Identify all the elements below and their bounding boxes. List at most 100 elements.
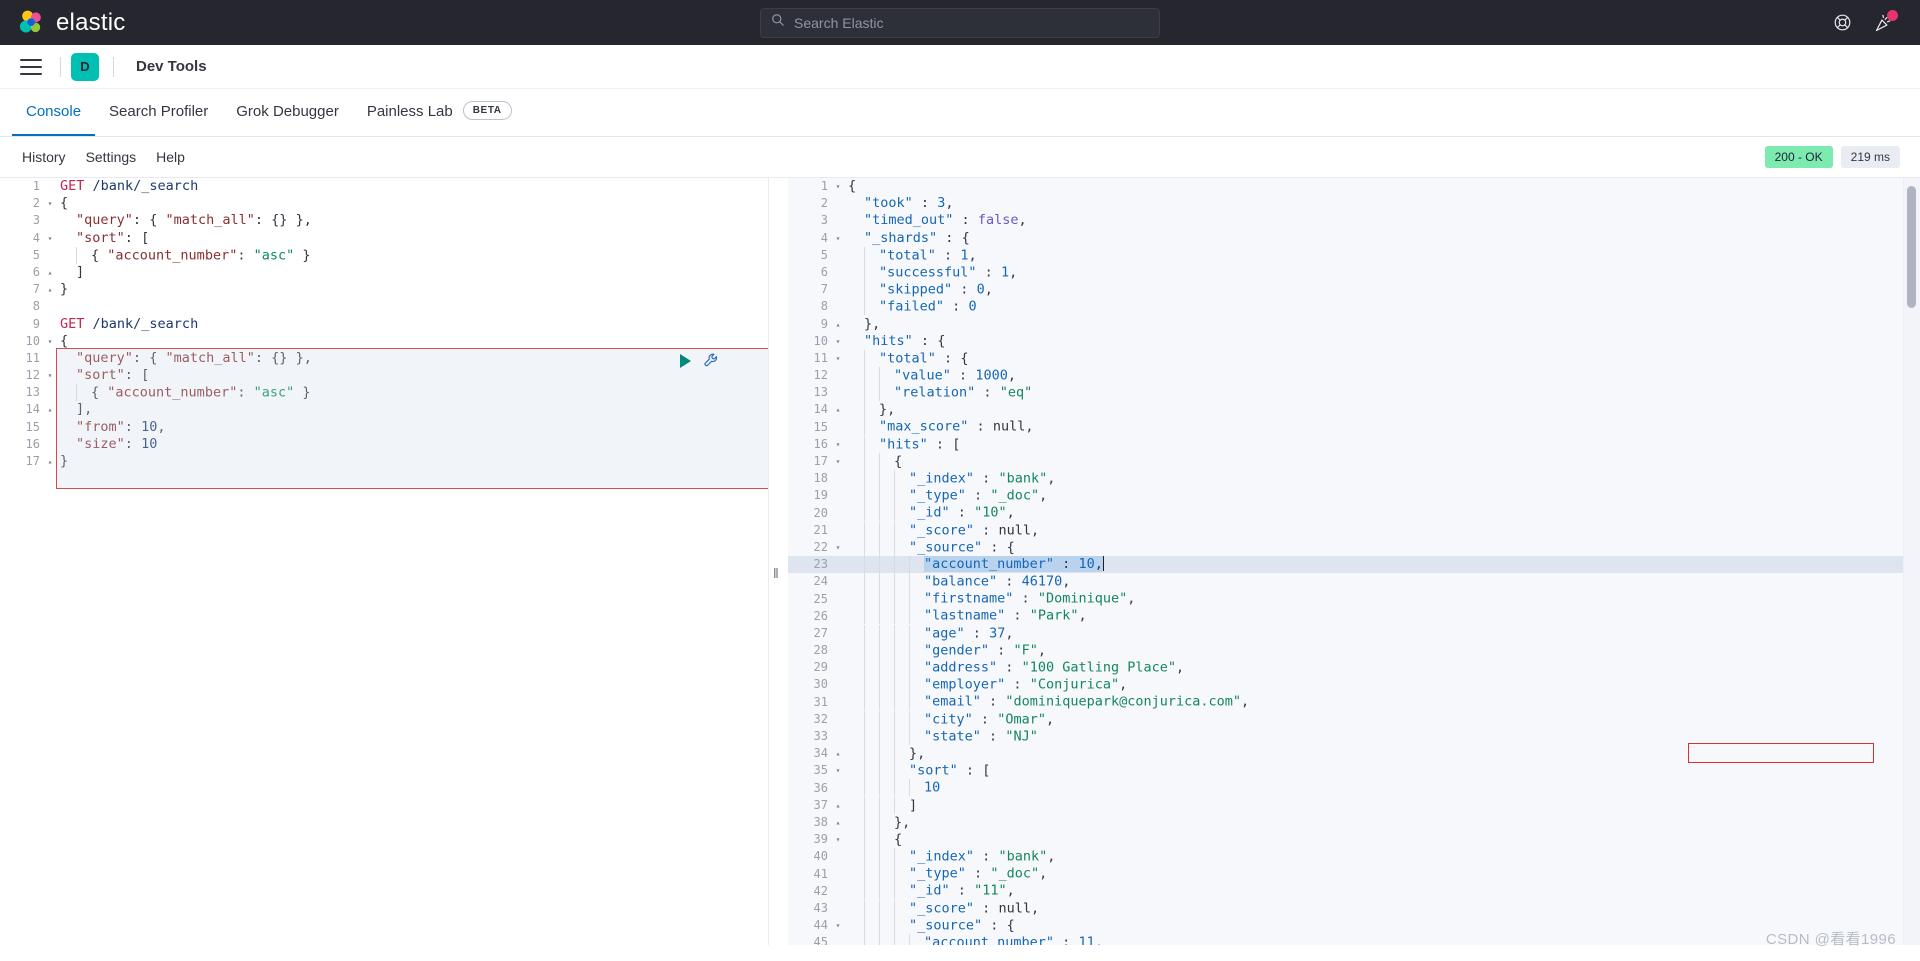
- code-line[interactable]: 17▴}: [0, 453, 768, 470]
- tab-console[interactable]: Console: [12, 89, 95, 136]
- code-line[interactable]: 30"employer" : "Conjurica",: [788, 676, 1920, 693]
- code-line[interactable]: 9▴},: [788, 316, 1920, 333]
- code-line[interactable]: 18"_index" : "bank",: [788, 470, 1920, 487]
- request-code[interactable]: 1GET /bank/_search2▾{3"query": { "match_…: [0, 178, 768, 470]
- code-line[interactable]: 42"_id" : "11",: [788, 883, 1920, 900]
- code-line[interactable]: 43"_score" : null,: [788, 900, 1920, 917]
- code-line[interactable]: 44▾"_source" : {: [788, 917, 1920, 934]
- code-line[interactable]: 15"from": 10,: [0, 419, 768, 436]
- fold-toggle-icon[interactable]: ▾: [44, 195, 56, 212]
- fold-toggle-icon[interactable]: ▾: [832, 539, 844, 556]
- fold-toggle-icon[interactable]: ▴: [44, 264, 56, 281]
- code-line[interactable]: 17▾{: [788, 453, 1920, 470]
- code-line[interactable]: 14▴},: [788, 401, 1920, 418]
- splitter-grip-icon[interactable]: ‖: [773, 566, 778, 580]
- code-line[interactable]: 16"size": 10: [0, 436, 768, 453]
- code-line[interactable]: 6▴]: [0, 264, 768, 281]
- code-line[interactable]: 45"account_number" : 11,: [788, 934, 1920, 945]
- code-line[interactable]: 20"_id" : "10",: [788, 505, 1920, 522]
- code-line[interactable]: 2▾{: [0, 195, 768, 212]
- code-line[interactable]: 1▾{: [788, 178, 1920, 195]
- code-line[interactable]: 4▾"sort": [: [0, 230, 768, 247]
- code-line[interactable]: 37▴]: [788, 797, 1920, 814]
- fold-toggle-icon[interactable]: ▴: [832, 797, 844, 814]
- code-line[interactable]: 39▾{: [788, 831, 1920, 848]
- code-line[interactable]: 16▾"hits" : [: [788, 436, 1920, 453]
- elastic-brand[interactable]: elastic: [0, 9, 125, 37]
- help-icon[interactable]: [1833, 13, 1852, 32]
- code-line[interactable]: 5"total" : 1,: [788, 247, 1920, 264]
- response-viewer[interactable]: 1▾{2"took" : 3,3"timed_out" : false,4▾"_…: [788, 178, 1920, 945]
- code-line[interactable]: 7▴}: [0, 281, 768, 298]
- code-line[interactable]: 10▾"hits" : {: [788, 333, 1920, 350]
- settings-button[interactable]: Settings: [76, 149, 147, 165]
- code-line[interactable]: 28"gender" : "F",: [788, 642, 1920, 659]
- code-line[interactable]: 9GET /bank/_search: [0, 316, 768, 333]
- fold-toggle-icon[interactable]: ▾: [832, 178, 844, 195]
- history-button[interactable]: History: [12, 149, 76, 165]
- code-line[interactable]: 11▾"total" : {: [788, 350, 1920, 367]
- fold-toggle-icon[interactable]: ▾: [832, 762, 844, 779]
- code-line[interactable]: 26"lastname" : "Park",: [788, 608, 1920, 625]
- fold-toggle-icon[interactable]: ▴: [832, 814, 844, 831]
- code-line[interactable]: 4▾"_shards" : {: [788, 230, 1920, 247]
- fold-toggle-icon[interactable]: ▾: [832, 436, 844, 453]
- fold-toggle-icon[interactable]: ▾: [44, 367, 56, 384]
- code-line[interactable]: 10▾{: [0, 333, 768, 350]
- fold-toggle-icon[interactable]: ▾: [44, 333, 56, 350]
- response-scrollbar-thumb[interactable]: [1907, 186, 1916, 308]
- fold-toggle-icon[interactable]: ▾: [832, 350, 844, 367]
- hamburger-menu-icon[interactable]: [12, 52, 50, 82]
- code-line[interactable]: 25"firstname" : "Dominique",: [788, 591, 1920, 608]
- code-line[interactable]: 11"query": { "match_all": {} },: [0, 350, 768, 367]
- code-line[interactable]: 35▾"sort" : [: [788, 762, 1920, 779]
- code-line[interactable]: 41"_type" : "_doc",: [788, 866, 1920, 883]
- code-line[interactable]: 38▴},: [788, 814, 1920, 831]
- response-code[interactable]: 1▾{2"took" : 3,3"timed_out" : false,4▾"_…: [788, 178, 1920, 945]
- fold-toggle-icon[interactable]: ▴: [44, 401, 56, 418]
- code-line[interactable]: 8"failed" : 0: [788, 298, 1920, 315]
- fold-toggle-icon[interactable]: ▴: [832, 745, 844, 762]
- code-line[interactable]: 32"city" : "Omar",: [788, 711, 1920, 728]
- global-search-input[interactable]: Search Elastic: [760, 8, 1160, 38]
- code-line[interactable]: 8: [0, 298, 768, 315]
- fold-toggle-icon[interactable]: ▾: [832, 831, 844, 848]
- fold-toggle-icon[interactable]: ▴: [44, 453, 56, 470]
- code-line[interactable]: 6"successful" : 1,: [788, 264, 1920, 281]
- code-line[interactable]: 13{ "account_number": "asc" }: [0, 384, 768, 401]
- tab-grok-debugger[interactable]: Grok Debugger: [222, 89, 353, 136]
- fold-toggle-icon[interactable]: ▾: [832, 230, 844, 247]
- code-line[interactable]: 3"timed_out" : false,: [788, 212, 1920, 229]
- fold-toggle-icon[interactable]: ▴: [832, 401, 844, 418]
- tab-painless-lab[interactable]: Painless Lab BETA: [353, 89, 526, 136]
- code-line[interactable]: 24"balance" : 46170,: [788, 573, 1920, 590]
- code-line[interactable]: 13"relation" : "eq": [788, 384, 1920, 401]
- code-line[interactable]: 34▴},: [788, 745, 1920, 762]
- tab-search-profiler[interactable]: Search Profiler: [95, 89, 222, 136]
- fold-toggle-icon[interactable]: ▴: [44, 281, 56, 298]
- code-line[interactable]: 33"state" : "NJ": [788, 728, 1920, 745]
- code-line[interactable]: 3"query": { "match_all": {} },: [0, 212, 768, 229]
- code-line[interactable]: 12"value" : 1000,: [788, 367, 1920, 384]
- code-line[interactable]: 14▴],: [0, 401, 768, 418]
- announcement-icon[interactable]: [1874, 13, 1894, 33]
- editor-splitter[interactable]: ‖: [768, 178, 788, 945]
- response-scrollbar-track[interactable]: [1903, 178, 1920, 945]
- code-line[interactable]: 19"_type" : "_doc",: [788, 487, 1920, 504]
- code-line[interactable]: 3610: [788, 780, 1920, 797]
- code-line[interactable]: 12▾"sort": [: [0, 367, 768, 384]
- code-line[interactable]: 5{ "account_number": "asc" }: [0, 247, 768, 264]
- code-line[interactable]: 40"_index" : "bank",: [788, 848, 1920, 865]
- code-line[interactable]: 23"account_number" : 10,: [788, 556, 1920, 573]
- fold-toggle-icon[interactable]: ▴: [832, 316, 844, 333]
- code-line[interactable]: 7"skipped" : 0,: [788, 281, 1920, 298]
- run-request-button[interactable]: [680, 354, 691, 368]
- fold-toggle-icon[interactable]: ▾: [832, 453, 844, 470]
- code-line[interactable]: 31"email" : "dominiquepark@conjurica.com…: [788, 694, 1920, 711]
- code-line[interactable]: 29"address" : "100 Gatling Place",: [788, 659, 1920, 676]
- fold-toggle-icon[interactable]: ▾: [832, 333, 844, 350]
- fold-toggle-icon[interactable]: ▾: [44, 230, 56, 247]
- wrench-icon[interactable]: [703, 352, 720, 369]
- code-line[interactable]: 27"age" : 37,: [788, 625, 1920, 642]
- app-badge[interactable]: D: [71, 53, 99, 81]
